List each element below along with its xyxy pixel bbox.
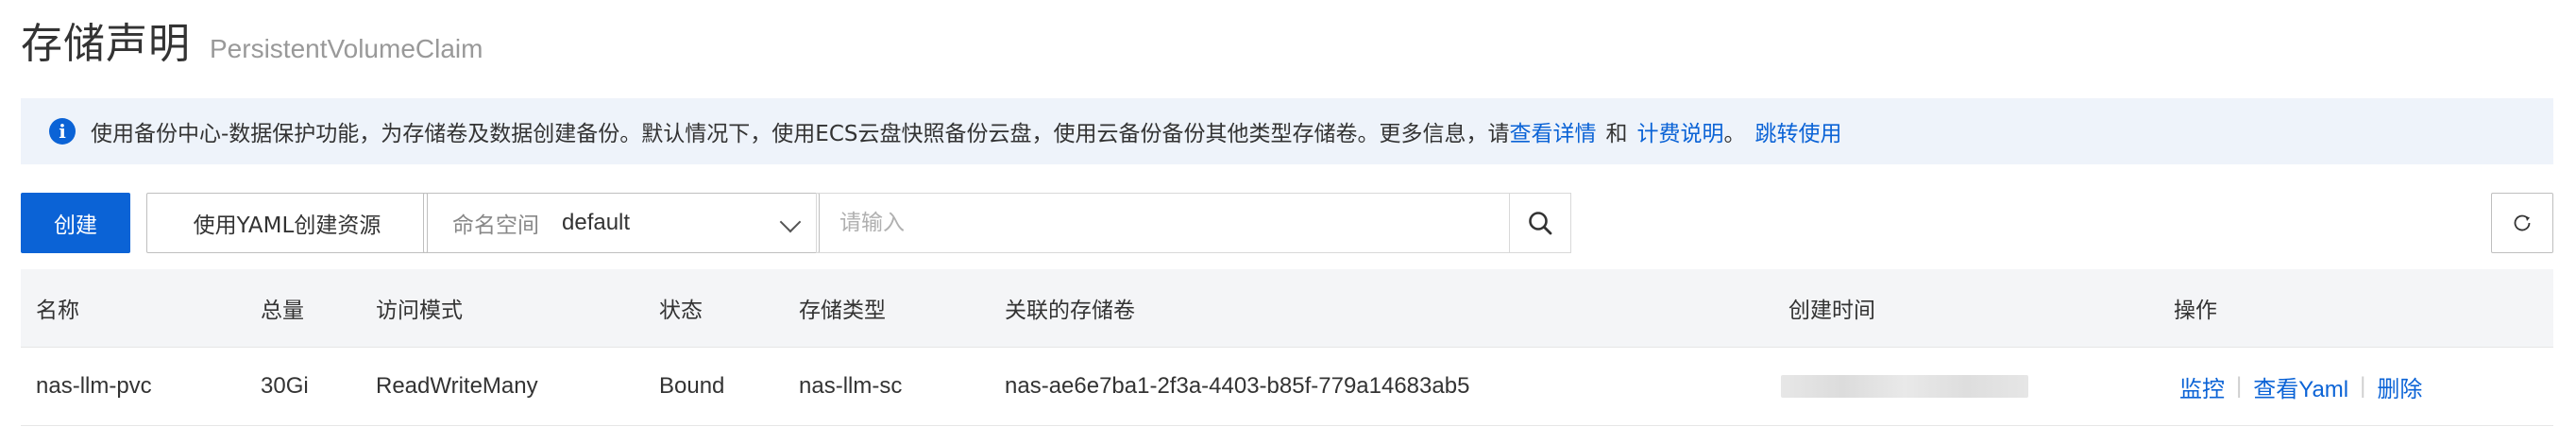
view-details-link[interactable]: 查看详情 (1510, 115, 1597, 147)
capacity-cell: 30Gi (261, 373, 309, 399)
column-header-capacity: 总量 (261, 299, 304, 323)
table-header: 名称 总量 访问模式 状态 存储类型 关联的存储卷 创建时间 操作 (21, 269, 2553, 348)
table-row: nas-llm-pvc 30Gi ReadWriteMany Bound nas… (21, 348, 2553, 426)
created-time-cell (1781, 348, 2028, 425)
page-header: 存储声明 PersistentVolumeClaim (21, 9, 483, 70)
column-header-access-mode: 访问模式 (376, 299, 463, 323)
yaml-create-button[interactable]: 使用YAML创建资源 (146, 193, 428, 253)
namespace-value: default (562, 210, 631, 235)
namespace-label: 命名空间 (452, 213, 539, 238)
column-header-storage-class: 存储类型 (799, 299, 886, 323)
refresh-button[interactable] (2491, 193, 2553, 253)
billing-link[interactable]: 计费说明 (1637, 115, 1724, 147)
page-title: 存储声明 (21, 20, 191, 68)
column-header-status: 状态 (659, 299, 703, 323)
column-header-volume: 关联的存储卷 (1005, 299, 1135, 323)
pvc-name-link[interactable]: nas-llm-pvc (36, 348, 152, 425)
view-yaml-link[interactable]: 查看Yaml (2253, 370, 2348, 403)
column-header-name: 名称 (36, 299, 79, 323)
search-input[interactable] (817, 194, 1465, 252)
go-use-link[interactable]: 跳转使用 (1755, 115, 1842, 147)
refresh-icon (2514, 214, 2531, 231)
monitor-link[interactable]: 监控 (2179, 370, 2225, 403)
info-icon: i (49, 118, 76, 145)
namespace-select[interactable]: 命名空间 default (423, 193, 820, 253)
search-icon (1529, 212, 1552, 235)
notice-period: 。 (1723, 122, 1746, 146)
action-divider: | (2236, 373, 2243, 399)
redacted-timestamp (1781, 375, 2028, 398)
page-subtitle: PersistentVolumeClaim (210, 34, 483, 63)
storage-class-cell: nas-llm-sc (799, 373, 903, 399)
access-mode-cell: ReadWriteMany (376, 373, 538, 399)
delete-link[interactable]: 删除 (2377, 370, 2422, 403)
toolbar: 创建 使用YAML创建资源 命名空间 default (21, 193, 2553, 253)
backup-notice: i 使用备份中心-数据保护功能，为存储卷及数据创建备份。默认情况下，使用ECS云… (21, 98, 2553, 164)
column-header-created-time: 创建时间 (1788, 299, 1875, 323)
notice-and: 和 (1605, 122, 1628, 146)
column-header-actions: 操作 (2174, 299, 2217, 323)
actions-cell: 监控 | 查看Yaml | 删除 (2179, 348, 2422, 425)
chevron-down-icon (779, 211, 802, 233)
notice-text: 使用备份中心-数据保护功能，为存储卷及数据创建备份。默认情况下，使用ECS云盘快… (91, 122, 1510, 146)
status-cell: Bound (659, 373, 725, 399)
volume-cell: nas-ae6e7ba1-2f3a-4403-b85f-779a14683ab5 (1005, 373, 1470, 399)
create-button[interactable]: 创建 (21, 193, 130, 253)
search-box (816, 193, 1511, 253)
search-button[interactable] (1509, 193, 1571, 253)
pvc-table: 名称 总量 访问模式 状态 存储类型 关联的存储卷 创建时间 操作 nas-ll… (21, 269, 2553, 426)
action-divider: | (2360, 373, 2366, 399)
